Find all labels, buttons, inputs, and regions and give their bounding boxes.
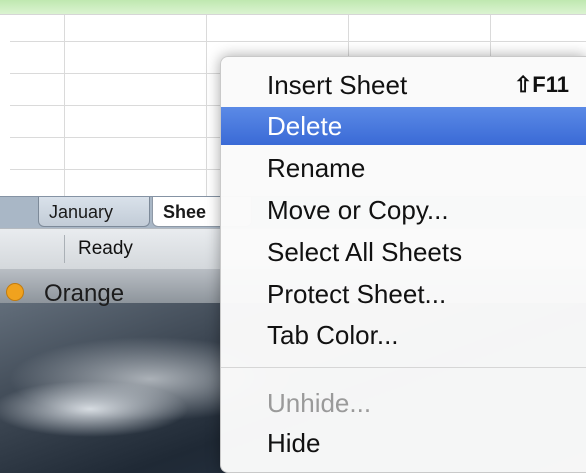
menu-item-delete[interactable]: Delete xyxy=(221,107,586,145)
grid-row-divider xyxy=(10,41,586,42)
status-text: Ready xyxy=(78,238,133,259)
menu-item-protect-sheet[interactable]: Protect Sheet... xyxy=(221,275,586,313)
menu-item-insert-sheet[interactable]: Insert Sheet ⇧F11 xyxy=(221,66,586,104)
menu-item-move-or-copy[interactable]: Move or Copy... xyxy=(221,191,586,229)
sheet-tab-label: January xyxy=(49,202,114,222)
keyboard-shortcut: ⇧F11 xyxy=(513,72,569,97)
sheet-tab-label: Shee xyxy=(163,202,207,222)
menu-item-label: Protect Sheet... xyxy=(267,279,447,309)
menu-item-label: Hide xyxy=(267,428,321,458)
menu-item-label: Tab Color... xyxy=(267,320,399,350)
menu-item-label: Rename xyxy=(267,153,366,183)
status-divider xyxy=(64,235,65,263)
menu-item-hide[interactable]: Hide xyxy=(221,424,586,462)
menu-item-tab-color[interactable]: Tab Color... xyxy=(221,316,586,354)
menu-item-label: Select All Sheets xyxy=(267,237,463,267)
menu-item-label: Move or Copy... xyxy=(267,195,449,225)
menu-item-label: Insert Sheet xyxy=(267,70,408,100)
sheet-context-menu: Insert Sheet ⇧F11 Delete Rename Move or … xyxy=(220,56,586,473)
menu-item-label: Unhide... xyxy=(267,388,372,418)
desktop-item-label[interactable]: Orange xyxy=(44,280,124,308)
menu-item-unhide: Unhide... xyxy=(221,384,586,422)
menu-separator xyxy=(221,367,586,368)
menu-item-rename[interactable]: Rename xyxy=(221,149,586,187)
menu-item-label: Delete xyxy=(267,111,343,141)
sheet-tab-january[interactable]: January xyxy=(38,197,150,227)
menu-item-select-all-sheets[interactable]: Select All Sheets xyxy=(221,233,586,271)
orange-tag-icon xyxy=(6,283,24,301)
